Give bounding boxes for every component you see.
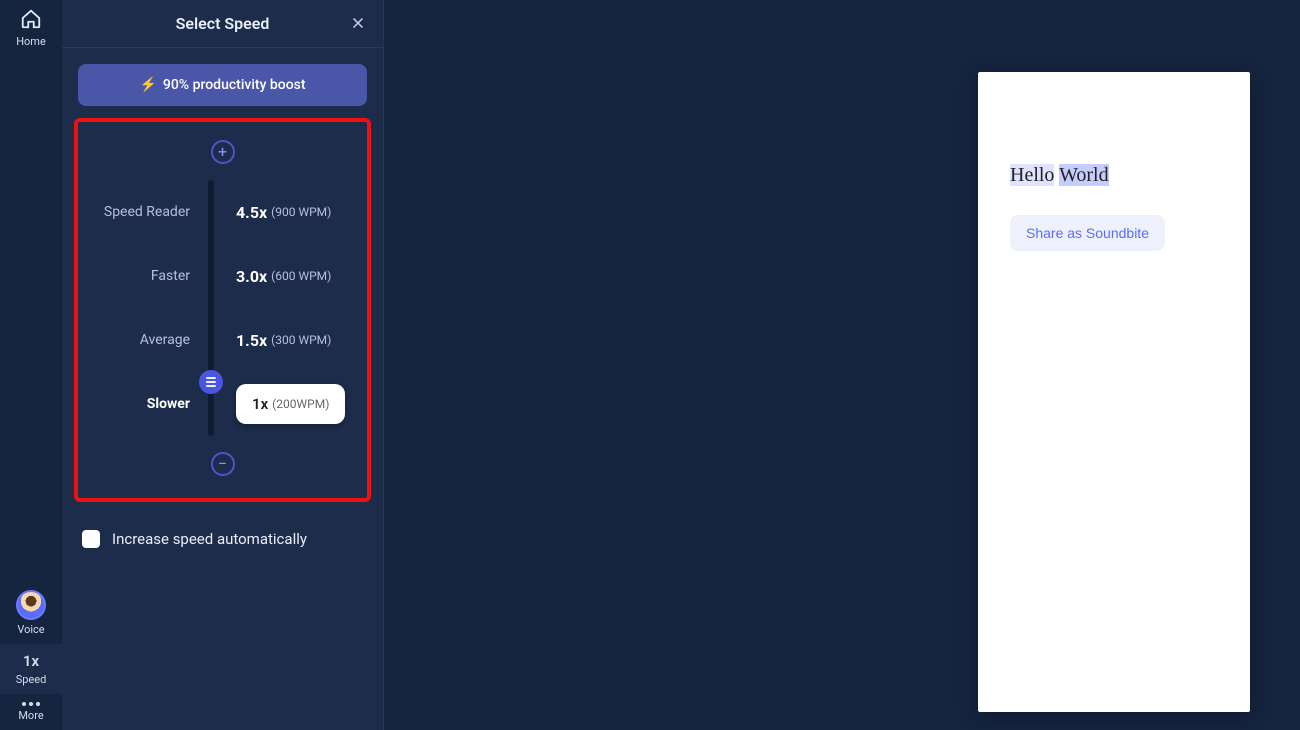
minus-icon: − (218, 456, 227, 472)
close-icon (349, 14, 367, 32)
speed-selector: + Speed ReaderFasterAverageSlower 4.5x (… (74, 118, 371, 502)
speed-label-0[interactable]: Speed Reader (90, 180, 198, 244)
speed-value-2[interactable]: 1.5x (300 WPM) (236, 308, 355, 372)
speed-button[interactable]: 1x Speed (0, 644, 62, 694)
share-soundbite-button[interactable]: Share as Soundbite (1010, 215, 1165, 251)
speed-mult: 1x (252, 395, 268, 413)
speed-mult: 4.5x (236, 203, 267, 222)
speed-value-1[interactable]: 3.0x (600 WPM) (236, 244, 355, 308)
speed-label-1[interactable]: Faster (90, 244, 198, 308)
speed-value-0[interactable]: 4.5x (900 WPM) (236, 180, 355, 244)
more-icon (22, 702, 40, 706)
speed-handle[interactable] (199, 370, 223, 394)
speed-track[interactable] (208, 180, 214, 436)
auto-speed-label: Increase speed automatically (112, 530, 307, 548)
speed-value: 1x (23, 652, 39, 670)
home-button[interactable]: Home (16, 0, 46, 48)
close-button[interactable] (349, 14, 369, 34)
speed-increase-button[interactable]: + (211, 140, 235, 164)
more-label: More (18, 709, 43, 722)
speed-label: Speed (16, 673, 47, 686)
speed-label-2[interactable]: Average (90, 308, 198, 372)
panel-header: Select Speed (62, 0, 383, 48)
voice-button[interactable]: Voice (0, 582, 62, 644)
avatar-icon (16, 590, 46, 620)
speed-value-3[interactable]: 1x (200WPM) (236, 384, 345, 424)
word-hello[interactable]: Hello (1010, 164, 1054, 186)
checkbox-icon (82, 530, 100, 548)
speed-label-3[interactable]: Slower (90, 372, 198, 436)
document-page: Hello World Share as Soundbite (978, 72, 1250, 712)
speed-mult: 3.0x (236, 267, 267, 286)
boost-text: 90% productivity boost (163, 77, 306, 93)
home-icon (20, 8, 42, 33)
panel-title: Select Speed (176, 14, 270, 33)
main-area: Hello World Share as Soundbite (384, 0, 1300, 730)
speed-wpm: (300 WPM) (271, 333, 331, 347)
document-text: Hello World (1010, 164, 1218, 187)
plus-icon: + (218, 144, 227, 160)
voice-label: Voice (17, 623, 44, 636)
word-world[interactable]: World (1059, 164, 1109, 186)
speed-panel: Select Speed ⚡ 90% productivity boost + … (62, 0, 384, 730)
speed-wpm: (600 WPM) (271, 269, 331, 283)
more-button[interactable]: More (0, 694, 62, 730)
speed-wpm: (200WPM) (272, 397, 329, 411)
speed-decrease-button[interactable]: − (211, 452, 235, 476)
side-rail: Home Voice 1x Speed More (0, 0, 62, 730)
bolt-icon: ⚡ (139, 77, 156, 93)
grip-icon (206, 381, 216, 383)
productivity-boost-banner[interactable]: ⚡ 90% productivity boost (78, 64, 367, 106)
auto-speed-toggle[interactable]: Increase speed automatically (82, 530, 363, 548)
home-label: Home (16, 35, 46, 48)
speed-wpm: (900 WPM) (271, 205, 331, 219)
speed-mult: 1.5x (236, 331, 267, 350)
